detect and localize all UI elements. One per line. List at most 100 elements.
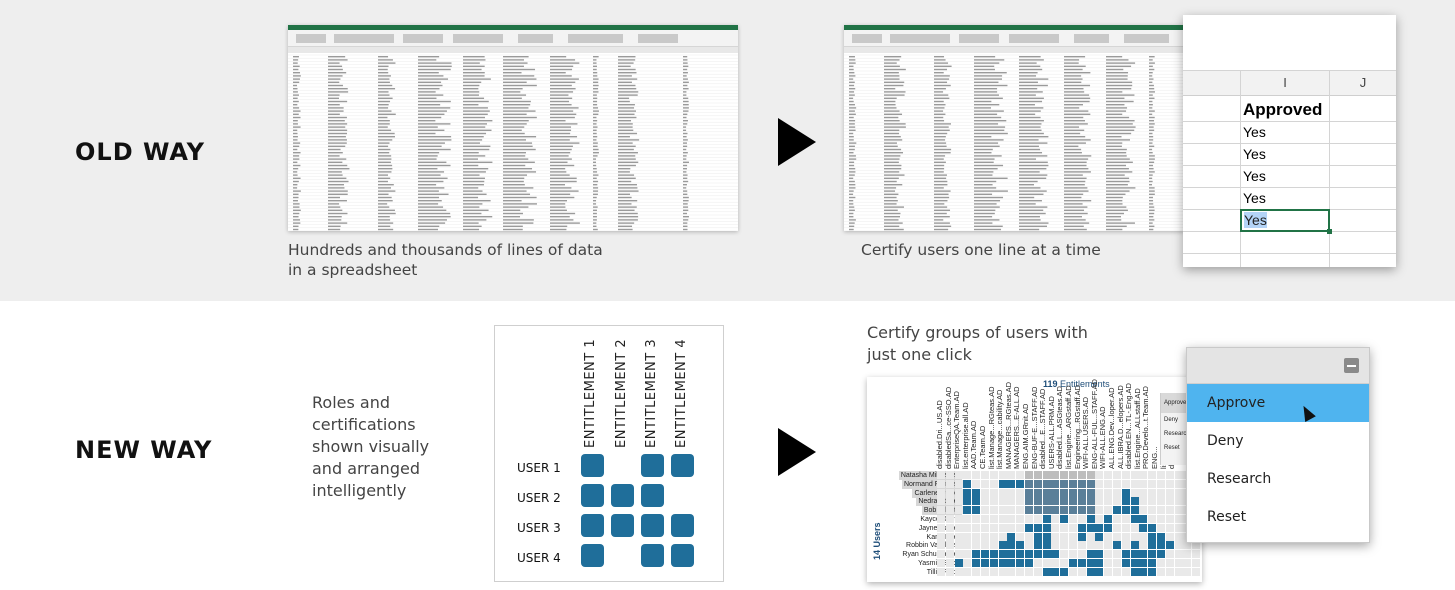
heatmap-cell[interactable]	[998, 506, 1007, 515]
heatmap-cell[interactable]	[1007, 515, 1016, 523]
heatmap-cell[interactable]	[989, 523, 998, 532]
heatmap-cell[interactable]	[963, 471, 972, 479]
heatmap-cell[interactable]	[1157, 523, 1165, 532]
heatmap-cell[interactable]	[1025, 488, 1033, 497]
heatmap-cell[interactable]	[1174, 479, 1183, 488]
heatmap-cell[interactable]	[1121, 541, 1130, 550]
heatmap-cell[interactable]	[1104, 567, 1113, 576]
heatmap-cell[interactable]	[972, 506, 981, 515]
heatmap-cell[interactable]	[1069, 497, 1077, 506]
heatmap-cell[interactable]	[954, 488, 963, 497]
heatmap-cell[interactable]	[1095, 497, 1104, 506]
heatmap-cell[interactable]	[998, 515, 1007, 523]
heatmap-cell[interactable]	[1148, 479, 1157, 488]
heatmap-cell[interactable]	[1148, 515, 1157, 523]
heatmap-cell[interactable]	[1016, 559, 1025, 567]
heatmap-cell[interactable]	[989, 497, 998, 506]
heatmap-cell[interactable]	[1130, 523, 1139, 532]
heatmap-cell[interactable]	[1139, 488, 1148, 497]
heatmap-cell[interactable]	[1033, 532, 1042, 541]
heatmap-cell[interactable]	[981, 479, 989, 488]
heatmap-cell[interactable]	[954, 559, 963, 567]
heatmap-cell[interactable]	[1042, 506, 1051, 515]
entitlement-cell[interactable]	[611, 514, 634, 537]
heatmap-cell[interactable]	[1130, 497, 1139, 506]
heatmap-cell[interactable]	[1113, 488, 1121, 497]
heatmap-cell[interactable]	[972, 550, 981, 559]
approved-cell[interactable]: Yes	[1243, 168, 1266, 184]
reset-menu-item[interactable]: Reset	[1187, 498, 1369, 536]
heatmap-cell[interactable]	[1165, 523, 1174, 532]
heatmap-cell[interactable]	[1069, 479, 1077, 488]
heatmap-cell[interactable]	[1183, 567, 1192, 576]
heatmap-cell[interactable]	[1077, 506, 1086, 515]
heatmap-cell[interactable]	[1157, 559, 1165, 567]
heatmap-cell[interactable]	[1174, 506, 1183, 515]
heatmap-cell[interactable]	[1016, 550, 1025, 559]
heatmap-cell[interactable]	[998, 479, 1007, 488]
heatmap-cell[interactable]	[963, 523, 972, 532]
heatmap-cell[interactable]	[954, 506, 963, 515]
heatmap-cell[interactable]	[937, 497, 945, 506]
heatmap-cell[interactable]	[1121, 515, 1130, 523]
heatmap-cell[interactable]	[1165, 550, 1174, 559]
heatmap-cell[interactable]	[1165, 559, 1174, 567]
heatmap-cell[interactable]	[1139, 550, 1148, 559]
heatmap-cell[interactable]	[1060, 471, 1069, 479]
heatmap-cell[interactable]	[1016, 532, 1025, 541]
heatmap-cell[interactable]	[1077, 497, 1086, 506]
approved-cell[interactable]: Yes	[1243, 124, 1266, 140]
heatmap-cell[interactable]	[972, 541, 981, 550]
heatmap-cell[interactable]	[1033, 479, 1042, 488]
heatmap-cell[interactable]	[1042, 497, 1051, 506]
heatmap-cell[interactable]	[1086, 559, 1095, 567]
heatmap-cell[interactable]	[989, 479, 998, 488]
entitlement-cell[interactable]	[641, 544, 664, 567]
heatmap-cell[interactable]	[945, 550, 954, 559]
heatmap-cell[interactable]	[1165, 497, 1174, 506]
heatmap-cell[interactable]	[1016, 541, 1025, 550]
fill-handle[interactable]	[1327, 229, 1332, 234]
heatmap-cell[interactable]	[945, 567, 954, 576]
heatmap-cell[interactable]	[1157, 532, 1165, 541]
heatmap-cell[interactable]	[1060, 559, 1069, 567]
heatmap-cell[interactable]	[1139, 541, 1148, 550]
heatmap-cell[interactable]	[1069, 532, 1077, 541]
heatmap-cell[interactable]	[1060, 479, 1069, 488]
heatmap-cell[interactable]	[1069, 559, 1077, 567]
heatmap-cell[interactable]	[963, 488, 972, 497]
heatmap-cell[interactable]	[989, 488, 998, 497]
heatmap-cell[interactable]	[1104, 523, 1113, 532]
heatmap-cell[interactable]	[981, 559, 989, 567]
heatmap-cell[interactable]	[1121, 550, 1130, 559]
selected-cell[interactable]: Yes	[1240, 209, 1332, 234]
heatmap-cell[interactable]	[1060, 550, 1069, 559]
heatmap-cell[interactable]	[981, 532, 989, 541]
deny-menu-item[interactable]: Deny	[1187, 422, 1369, 460]
heatmap-cell[interactable]	[989, 471, 998, 479]
heatmap-cell[interactable]	[1139, 559, 1148, 567]
approve-menu-item[interactable]: Approve	[1187, 384, 1369, 422]
heatmap-cell[interactable]	[998, 488, 1007, 497]
heatmap-cell[interactable]	[1113, 506, 1121, 515]
heatmap-cell[interactable]	[1060, 532, 1069, 541]
heatmap-cell[interactable]	[937, 515, 945, 523]
heatmap-cell[interactable]	[989, 567, 998, 576]
heatmap-cell[interactable]	[1174, 559, 1183, 567]
heatmap-cell[interactable]	[1069, 515, 1077, 523]
heatmap-cell[interactable]	[1157, 541, 1165, 550]
heatmap-cell[interactable]	[981, 506, 989, 515]
heatmap-cell[interactable]	[1157, 506, 1165, 515]
heatmap-cell[interactable]	[972, 567, 981, 576]
heatmap-cell[interactable]	[1174, 497, 1183, 506]
heatmap-cell[interactable]	[1033, 506, 1042, 515]
heatmap-cell[interactable]	[1016, 567, 1025, 576]
heatmap-cell[interactable]	[1086, 506, 1095, 515]
heatmap-cell[interactable]	[1007, 523, 1016, 532]
heatmap-cell[interactable]	[1157, 550, 1165, 559]
heatmap-cell[interactable]	[1016, 515, 1025, 523]
heatmap-cell[interactable]	[1086, 488, 1095, 497]
heatmap-cell[interactable]	[945, 471, 954, 479]
heatmap-cell[interactable]	[1051, 506, 1060, 515]
heatmap-cell[interactable]	[1104, 479, 1113, 488]
